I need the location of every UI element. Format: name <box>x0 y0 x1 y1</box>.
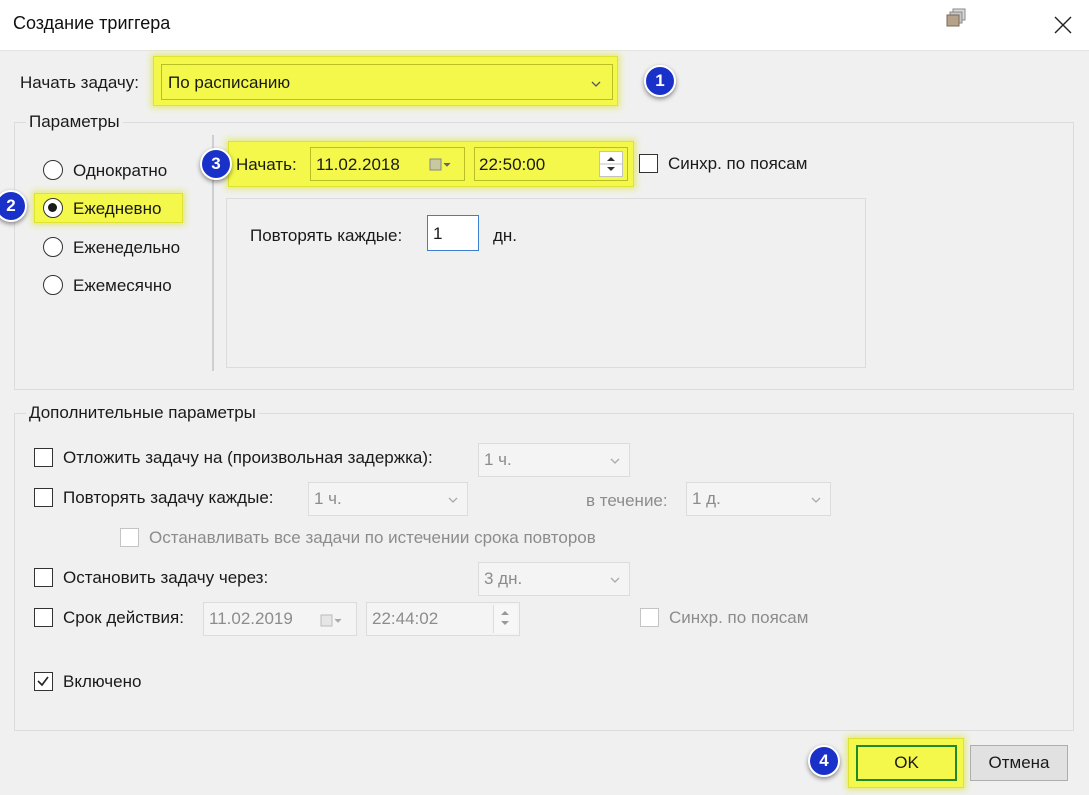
expire-date-picker[interactable]: 11.02.2019 <box>203 602 357 636</box>
advanced-title: Дополнительные параметры <box>26 403 259 423</box>
stop-after-combo[interactable]: 3 дн. <box>478 562 630 596</box>
stop-after-box[interactable] <box>34 568 53 587</box>
checkmark-icon <box>37 676 49 687</box>
window-title: Создание триггера <box>13 13 171 33</box>
radio-once-button[interactable] <box>43 160 63 180</box>
radio-daily-label: Ежедневно <box>73 199 162 218</box>
stop-all-checkbox[interactable]: Останавливать все задачи по истечении ср… <box>120 526 640 550</box>
radio-once-label: Однократно <box>73 161 168 180</box>
during-value: 1 д. <box>692 489 721 508</box>
radio-once[interactable]: Однократно <box>37 155 197 185</box>
start-task-combo[interactable]: По расписанию <box>161 64 613 100</box>
start-label: Начать: <box>236 155 297 174</box>
start-time-value: 22:50:00 <box>479 155 546 174</box>
radio-weekly[interactable]: Еженедельно <box>37 232 197 262</box>
expire-date-value: 11.02.2019 <box>209 609 293 628</box>
chevron-down-icon <box>609 452 621 464</box>
stop-all-box[interactable] <box>120 528 139 547</box>
delay-box[interactable] <box>34 448 53 467</box>
during-label: в течение: <box>586 491 668 510</box>
expire-time-input[interactable]: 22:44:02 <box>366 602 520 636</box>
radio-daily-button[interactable] <box>43 198 63 218</box>
chevron-down-icon <box>609 571 621 583</box>
stop-all-label: Останавливать все задачи по истечении ср… <box>149 528 596 547</box>
ok-button[interactable]: OK <box>856 745 957 781</box>
cancel-button-label: Отмена <box>988 753 1050 772</box>
start-time-input[interactable]: 22:50:00 <box>474 147 628 181</box>
step-badge-1: 1 <box>644 65 676 97</box>
time-spinner[interactable] <box>599 151 623 177</box>
step-badge-4: 4 <box>808 745 840 777</box>
repeat-task-box[interactable] <box>34 488 53 507</box>
expire-time-value: 22:44:02 <box>372 609 439 628</box>
repeat-every-value: 1 <box>433 224 443 243</box>
cancel-button[interactable]: Отмена <box>970 745 1068 781</box>
repeat-every-input[interactable]: 1 <box>427 215 479 251</box>
sync-tz-checkbox[interactable]: Синхр. по поясам <box>639 152 839 176</box>
enabled-label: Включено <box>63 672 142 691</box>
expire-sync-box[interactable] <box>640 608 659 627</box>
stop-after-label: Остановить задачу через: <box>63 568 269 587</box>
radio-weekly-label: Еженедельно <box>73 238 181 257</box>
chevron-down-icon <box>447 491 459 503</box>
calendar-icon[interactable] <box>320 613 342 633</box>
sync-tz-box[interactable] <box>639 154 658 173</box>
delay-value: 1 ч. <box>484 450 512 469</box>
repeat-every-label: Повторять каждые: <box>250 226 403 245</box>
start-date-value: 11.02.2018 <box>316 155 400 174</box>
delay-label: Отложить задачу на (произвольная задержк… <box>63 448 433 467</box>
close-icon[interactable] <box>1050 12 1076 38</box>
stop-after-checkbox[interactable]: Остановить задачу через: <box>34 566 294 592</box>
start-date-picker[interactable]: 11.02.2018 <box>310 147 465 181</box>
spinner-arrows-icon <box>600 157 622 171</box>
radio-daily[interactable]: Ежедневно <box>37 193 187 223</box>
delay-combo[interactable]: 1 ч. <box>478 443 630 477</box>
repeat-unit-label: дн. <box>493 226 518 245</box>
enabled-checkbox[interactable]: Включено <box>34 670 194 696</box>
repeat-task-checkbox[interactable]: Повторять задачу каждые: <box>34 486 304 512</box>
expire-checkbox[interactable]: Срок действия: <box>34 606 204 632</box>
expire-time-spinner[interactable] <box>493 605 517 633</box>
title-bar: Создание триггера <box>0 0 1089 50</box>
start-task-value: По расписанию <box>168 73 291 92</box>
chevron-down-icon <box>810 491 822 503</box>
expire-sync-checkbox[interactable]: Синхр. по поясам <box>640 606 840 630</box>
stop-after-value: 3 дн. <box>484 569 523 588</box>
step-badge-3: 3 <box>200 148 232 180</box>
chevron-down-icon <box>590 75 602 95</box>
repeat-task-value: 1 ч. <box>314 489 342 508</box>
copy-window-icon[interactable] <box>946 8 968 28</box>
repeat-task-label: Повторять задачу каждые: <box>63 488 274 507</box>
ok-button-label: OK <box>894 753 919 772</box>
radio-monthly-label: Ежемесячно <box>73 276 172 295</box>
start-task-label: Начать задачу: <box>20 73 139 92</box>
during-combo[interactable]: 1 д. <box>686 482 831 516</box>
expire-label: Срок действия: <box>63 608 184 627</box>
enabled-box[interactable] <box>34 672 53 691</box>
radio-monthly-button[interactable] <box>43 275 63 295</box>
expire-sync-label: Синхр. по поясам <box>669 608 809 627</box>
radio-monthly[interactable]: Ежемесячно <box>37 270 197 300</box>
radio-weekly-button[interactable] <box>43 237 63 257</box>
spinner-arrows-icon <box>501 611 509 625</box>
expire-box[interactable] <box>34 608 53 627</box>
delay-checkbox[interactable]: Отложить задачу на (произвольная задержк… <box>34 446 474 472</box>
parameters-title: Параметры <box>26 112 123 132</box>
repeat-task-combo[interactable]: 1 ч. <box>308 482 468 516</box>
calendar-icon[interactable] <box>429 157 451 177</box>
sync-tz-label: Синхр. по поясам <box>668 154 808 173</box>
daily-settings-panel <box>226 198 866 368</box>
